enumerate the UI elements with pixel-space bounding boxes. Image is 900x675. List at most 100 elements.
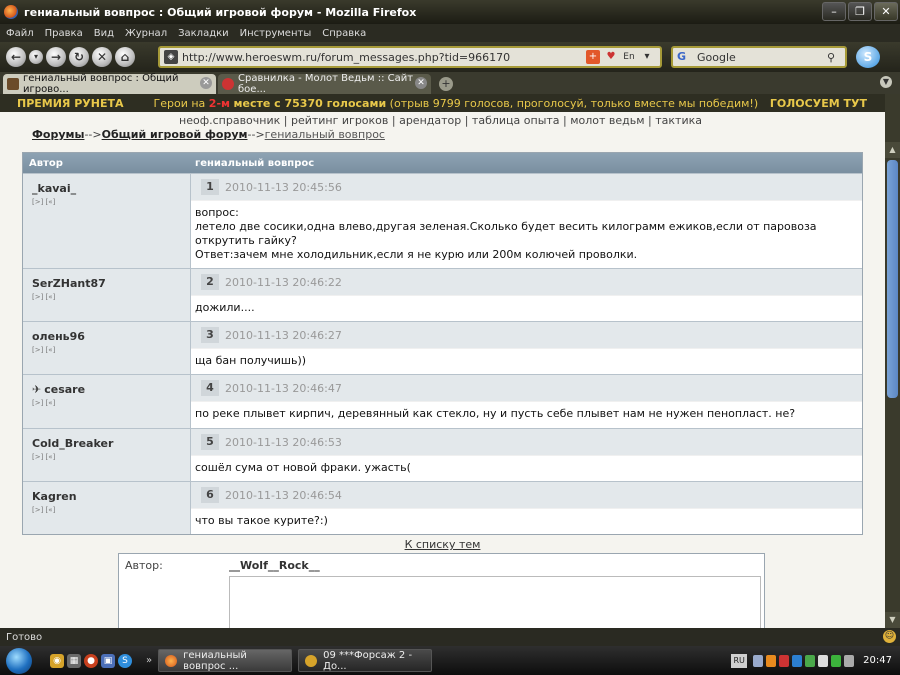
banner-votes: месте с 75370 голосами bbox=[233, 96, 387, 110]
history-dropdown-icon[interactable]: ▾ bbox=[29, 50, 43, 64]
search-icon[interactable]: ⚲ bbox=[827, 51, 841, 64]
minimize-button[interactable]: – bbox=[822, 2, 846, 21]
taskbar-item-firefox[interactable]: гениальный вовпрос ... bbox=[158, 649, 293, 672]
stop-button[interactable]: ✕ bbox=[92, 47, 112, 67]
post-number[interactable]: 3 bbox=[201, 327, 219, 343]
author-links[interactable]: [>] [«] bbox=[32, 346, 190, 354]
quicklaunch-icon[interactable]: ● bbox=[84, 653, 98, 668]
tray-icon[interactable] bbox=[831, 654, 842, 667]
skype-icon[interactable]: S bbox=[856, 46, 880, 68]
tab-close-icon[interactable]: ✕ bbox=[415, 77, 427, 89]
post-number[interactable]: 1 bbox=[201, 179, 219, 195]
scroll-thumb[interactable] bbox=[887, 160, 898, 398]
tray-icon[interactable] bbox=[766, 654, 777, 667]
scroll-up-icon[interactable]: ▲ bbox=[885, 142, 900, 158]
tab-forum[interactable]: гениальный вовпрос : Общий игрово... ✕ bbox=[3, 73, 216, 95]
tray-icon[interactable] bbox=[818, 654, 829, 667]
tab-close-icon[interactable]: ✕ bbox=[200, 77, 212, 89]
quicklaunch-icon[interactable]: S bbox=[118, 653, 132, 668]
table-row: Cold_Breaker [>] [«] 5 2010-11-13 20:46:… bbox=[23, 428, 862, 481]
reply-author-name: __Wolf__Rock__ bbox=[229, 559, 320, 572]
post-author-cell: олень96 [>] [«] bbox=[23, 322, 191, 374]
breadcrumb-section[interactable]: Общий игровой форум bbox=[102, 128, 248, 141]
banner-left[interactable]: ПРЕМИЯ РУНЕТА bbox=[17, 97, 124, 110]
post-author[interactable]: ✈ cesare bbox=[32, 383, 190, 396]
menu-bar: Файл Правка Вид Журнал Закладки Инструме… bbox=[0, 24, 900, 42]
site-favicon-icon: ◈ bbox=[164, 50, 178, 64]
windows-orb-icon bbox=[6, 647, 32, 674]
post-date: 2010-11-13 20:46:22 bbox=[225, 275, 342, 289]
tray-icon[interactable] bbox=[792, 654, 803, 667]
address-bar[interactable]: ◈ http://www.heroeswm.ru/forum_messages.… bbox=[158, 46, 662, 68]
post-author-cell: Cold_Breaker [>] [«] bbox=[23, 429, 191, 481]
post-text: вопрос: летело две сосики,одна влево,дру… bbox=[191, 201, 862, 262]
maximize-button[interactable]: ❐ bbox=[848, 2, 872, 21]
tab-list-dropdown-icon[interactable]: ▼ bbox=[880, 76, 892, 88]
forward-button[interactable]: → bbox=[46, 47, 66, 67]
quicklaunch-chevron-icon[interactable]: » bbox=[146, 655, 152, 666]
page-scrollbar[interactable]: ▲ ▼ bbox=[885, 94, 900, 628]
volume-icon[interactable] bbox=[844, 654, 855, 667]
heart-icon[interactable]: ♥ bbox=[604, 50, 618, 64]
tray-icon[interactable] bbox=[779, 654, 790, 667]
post-number[interactable]: 5 bbox=[201, 434, 219, 450]
search-box[interactable]: G Google ⚲ bbox=[671, 46, 847, 68]
post-author[interactable]: Cold_Breaker bbox=[32, 437, 190, 450]
search-input[interactable]: Google bbox=[697, 51, 827, 64]
author-links[interactable]: [>] [«] bbox=[32, 506, 190, 514]
back-to-topics-link[interactable]: К списку тем bbox=[0, 538, 885, 551]
top-links[interactable]: неоф.справочник | рейтинг игроков | арен… bbox=[0, 114, 702, 128]
scroll-down-icon[interactable]: ▼ bbox=[885, 612, 900, 628]
menu-tools[interactable]: Инструменты bbox=[240, 28, 312, 39]
taskbar-item-player[interactable]: 09 ***Форсаж 2 - До... bbox=[298, 649, 433, 672]
plus-icon[interactable]: + bbox=[586, 50, 600, 64]
reply-textarea[interactable] bbox=[229, 576, 761, 628]
new-tab-button[interactable]: + bbox=[439, 77, 453, 91]
column-author: Автор bbox=[29, 157, 63, 169]
menu-file[interactable]: Файл bbox=[6, 28, 34, 39]
author-links[interactable]: [>] [«] bbox=[32, 293, 190, 301]
start-button[interactable] bbox=[0, 646, 38, 675]
post-author[interactable]: SerZHant87 bbox=[32, 277, 190, 290]
clock: 20:47 bbox=[863, 655, 892, 666]
post-author[interactable]: олень96 bbox=[32, 330, 190, 343]
quicklaunch-icon[interactable]: ▦ bbox=[67, 653, 81, 668]
close-button[interactable]: ✕ bbox=[874, 2, 898, 21]
tab-comparison[interactable]: Сравнилка - Молот Ведьм :: Сайт бое... ✕ bbox=[218, 73, 431, 95]
home-button[interactable]: ⌂ bbox=[115, 47, 135, 67]
post-author[interactable]: Kagren bbox=[32, 490, 190, 503]
back-button[interactable]: ← bbox=[6, 47, 26, 67]
tray-icon[interactable] bbox=[805, 654, 816, 667]
post-number[interactable]: 4 bbox=[201, 380, 219, 396]
language-icon[interactable]: En bbox=[622, 50, 636, 64]
reply-form: Автор: __Wolf__Rock__ bbox=[118, 553, 765, 628]
author-links[interactable]: [>] [«] bbox=[32, 198, 190, 206]
window-title-bar: гениальный вовпрос : Общий игровой форум… bbox=[0, 0, 900, 24]
clan-icon: ✈ bbox=[32, 383, 42, 396]
banner-vote-link[interactable]: ГОЛОСУЕМ ТУТ bbox=[770, 97, 867, 110]
quicklaunch-icon[interactable]: ▣ bbox=[101, 653, 115, 668]
author-links[interactable]: [>] [«] bbox=[32, 399, 190, 407]
breadcrumb-forums[interactable]: Форумы bbox=[32, 128, 84, 141]
dropdown-arrow-icon[interactable]: ▾ bbox=[640, 50, 654, 64]
reload-button[interactable]: ↻ bbox=[69, 47, 89, 67]
menu-view[interactable]: Вид bbox=[94, 28, 114, 39]
firefox-icon bbox=[4, 5, 18, 19]
post-number[interactable]: 2 bbox=[201, 274, 219, 290]
tray-icon[interactable] bbox=[753, 654, 764, 667]
window-title: гениальный вовпрос : Общий игровой форум… bbox=[24, 5, 417, 19]
post-author[interactable]: _kavai_ bbox=[32, 182, 190, 195]
breadcrumb-topic[interactable]: гениальный вовпрос bbox=[265, 128, 385, 141]
smiley-icon[interactable]: ☺ bbox=[883, 630, 896, 643]
table-row: _kavai_ [>] [«] 1 2010-11-13 20:45:56 во… bbox=[23, 173, 862, 268]
post-number[interactable]: 6 bbox=[201, 487, 219, 503]
menu-help[interactable]: Справка bbox=[322, 28, 366, 39]
google-icon[interactable]: G bbox=[677, 50, 693, 64]
promo-banner[interactable]: ПРЕМИЯ РУНЕТА Герои на 2-м месте с 75370… bbox=[0, 94, 885, 112]
author-links[interactable]: [>] [«] bbox=[32, 453, 190, 461]
language-indicator[interactable]: RU bbox=[731, 653, 748, 668]
menu-edit[interactable]: Правка bbox=[45, 28, 83, 39]
quicklaunch-icon[interactable]: ◉ bbox=[50, 653, 64, 668]
menu-history[interactable]: Журнал bbox=[125, 28, 167, 39]
menu-bookmarks[interactable]: Закладки bbox=[178, 28, 229, 39]
